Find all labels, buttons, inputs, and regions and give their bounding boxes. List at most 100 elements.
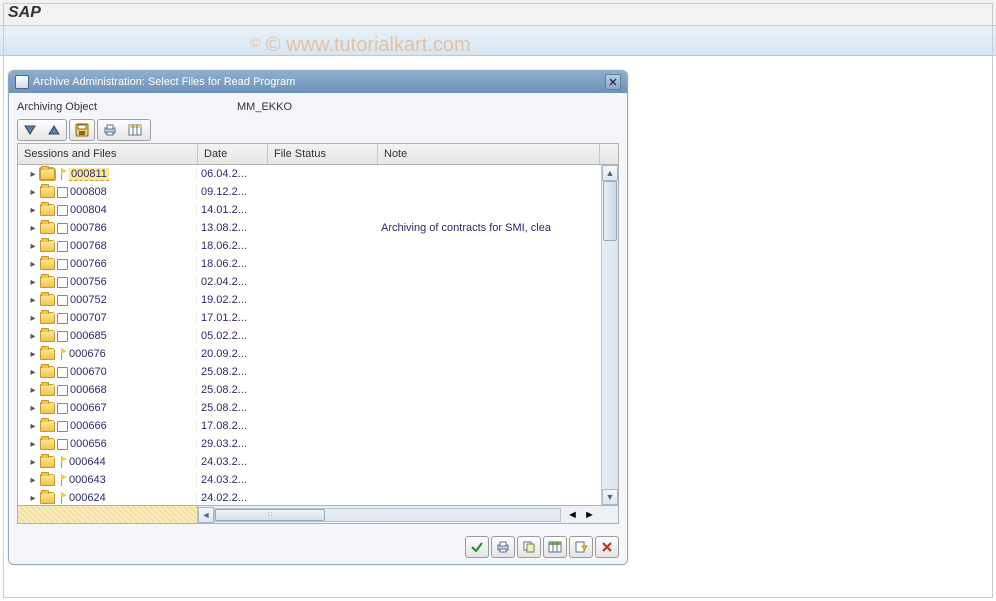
- cancel-button[interactable]: [595, 536, 619, 558]
- folder-icon: [40, 312, 55, 324]
- row-checkbox[interactable]: [57, 421, 68, 432]
- footer-print-button[interactable]: [491, 536, 515, 558]
- row-checkbox[interactable]: [57, 223, 68, 234]
- table-row[interactable]: ▸00066617.08.2...: [18, 417, 601, 435]
- grid-body[interactable]: ▸00081106.04.2...▸00080809.12.2...▸00080…: [18, 165, 601, 505]
- print-button[interactable]: [100, 120, 120, 140]
- col-header-status[interactable]: File Status: [268, 144, 378, 164]
- layout-button[interactable]: [124, 120, 146, 140]
- expand-toggle[interactable]: ▸: [28, 349, 38, 359]
- col-header-sessions[interactable]: Sessions and Files: [18, 144, 198, 164]
- expand-toggle[interactable]: ▸: [28, 259, 38, 269]
- expand-toggle[interactable]: ▸: [28, 367, 38, 377]
- session-id: 000643: [69, 474, 106, 486]
- table-row[interactable]: ▸00076818.06.2...: [18, 237, 601, 255]
- expand-all-button[interactable]: [20, 120, 40, 140]
- scroll-down-button[interactable]: ▼: [602, 489, 618, 505]
- vertical-scrollbar[interactable]: ▲ ▼: [601, 165, 618, 505]
- expand-toggle[interactable]: ▸: [28, 457, 38, 467]
- expand-toggle[interactable]: ▸: [28, 277, 38, 287]
- row-date: 24.02.2...: [197, 492, 267, 504]
- table-row[interactable]: ▸00067025.08.2...: [18, 363, 601, 381]
- scrollbar-track[interactable]: [602, 181, 618, 489]
- table-row[interactable]: ▸00078613.08.2...Archiving of contracts …: [18, 219, 601, 237]
- table-row[interactable]: ▸00066725.08.2...: [18, 399, 601, 417]
- table-row[interactable]: ▸00065629.03.2...: [18, 435, 601, 453]
- close-button[interactable]: ✕: [605, 74, 621, 90]
- scroll-right-button[interactable]: ◄: [567, 509, 583, 521]
- row-checkbox[interactable]: [57, 367, 68, 378]
- expand-toggle[interactable]: ▸: [28, 205, 38, 215]
- expand-toggle[interactable]: ▸: [28, 493, 38, 503]
- expand-toggle[interactable]: ▸: [28, 421, 38, 431]
- expand-toggle[interactable]: ▸: [28, 331, 38, 341]
- scroll-left-button[interactable]: ◄: [198, 507, 214, 523]
- horizontal-scrollbar[interactable]: ◄ ∷: [198, 507, 561, 523]
- session-id: 000707: [70, 312, 107, 324]
- table-row[interactable]: ▸00067620.09.2...: [18, 345, 601, 363]
- save-group: [69, 119, 95, 141]
- table-row[interactable]: ▸00076618.06.2...: [18, 255, 601, 273]
- scrollbar-thumb[interactable]: [603, 181, 617, 241]
- folder-icon: [40, 402, 55, 414]
- row-note: Archiving of contracts for SMI, clea: [377, 222, 601, 234]
- table-row[interactable]: ▸00080809.12.2...: [18, 183, 601, 201]
- col-header-date[interactable]: Date: [198, 144, 268, 164]
- row-checkbox[interactable]: [57, 259, 68, 270]
- archiving-object-row: Archiving Object MM_EKKO: [17, 101, 619, 113]
- expand-toggle[interactable]: ▸: [28, 439, 38, 449]
- footer-copy-button[interactable]: [517, 536, 541, 558]
- flag-icon: [57, 492, 67, 504]
- expand-toggle[interactable]: ▸: [28, 241, 38, 251]
- row-date: 24.03.2...: [197, 474, 267, 486]
- flag-icon: [57, 456, 67, 468]
- hscroll-track[interactable]: ∷: [214, 508, 561, 522]
- col-header-note[interactable]: Note: [378, 144, 600, 164]
- expand-toggle[interactable]: ▸: [28, 313, 38, 323]
- row-checkbox[interactable]: [57, 295, 68, 306]
- tree-column-hscroll-area[interactable]: [18, 506, 198, 523]
- expand-toggle[interactable]: ▸: [28, 223, 38, 233]
- row-checkbox[interactable]: [57, 403, 68, 414]
- expand-toggle[interactable]: ▸: [28, 187, 38, 197]
- ok-button[interactable]: [465, 536, 489, 558]
- row-checkbox[interactable]: [57, 385, 68, 396]
- table-row[interactable]: ▸00081106.04.2...: [18, 165, 601, 183]
- collapse-all-button[interactable]: [44, 120, 64, 140]
- table-row[interactable]: ▸00062424.02.2...: [18, 489, 601, 505]
- table-row[interactable]: ▸00075602.04.2...: [18, 273, 601, 291]
- footer-export-button[interactable]: [569, 536, 593, 558]
- row-checkbox[interactable]: [57, 277, 68, 288]
- dialog-title: Archive Administration: Select Files for…: [33, 76, 295, 88]
- folder-icon: [40, 222, 55, 234]
- table-row[interactable]: ▸00080414.01.2...: [18, 201, 601, 219]
- dialog-titlebar[interactable]: Archive Administration: Select Files for…: [9, 71, 627, 93]
- save-button[interactable]: [72, 120, 92, 140]
- row-checkbox[interactable]: [57, 205, 68, 216]
- row-checkbox[interactable]: [57, 331, 68, 342]
- hscroll-thumb[interactable]: ∷: [215, 509, 325, 521]
- row-checkbox[interactable]: [57, 241, 68, 252]
- print-icon: [496, 540, 510, 554]
- row-checkbox[interactable]: [57, 439, 68, 450]
- footer-table-button[interactable]: [543, 536, 567, 558]
- expand-toggle[interactable]: ▸: [28, 403, 38, 413]
- expand-toggle[interactable]: ▸: [28, 385, 38, 395]
- table-row[interactable]: ▸ 000643 24.03.2...: [18, 471, 601, 489]
- archiving-object-value: MM_EKKO: [237, 101, 292, 113]
- expand-toggle[interactable]: ▸: [28, 295, 38, 305]
- folder-icon: [40, 438, 55, 450]
- table-row[interactable]: ▸00064424.03.2...: [18, 453, 601, 471]
- scroll-up-button[interactable]: ▲: [602, 165, 618, 181]
- table-row[interactable]: ▸00066825.08.2...: [18, 381, 601, 399]
- expand-toggle[interactable]: ▸: [28, 475, 38, 485]
- scroll-right-end-button[interactable]: ►: [584, 509, 600, 521]
- session-id: 000768: [70, 240, 107, 252]
- row-checkbox[interactable]: [57, 313, 68, 324]
- row-date: 13.08.2...: [197, 222, 267, 234]
- expand-toggle[interactable]: ▸: [28, 169, 38, 179]
- table-row[interactable]: ▸00068505.02.2...: [18, 327, 601, 345]
- table-row[interactable]: ▸00075219.02.2...: [18, 291, 601, 309]
- table-row[interactable]: ▸00070717.01.2...: [18, 309, 601, 327]
- row-checkbox[interactable]: [57, 187, 68, 198]
